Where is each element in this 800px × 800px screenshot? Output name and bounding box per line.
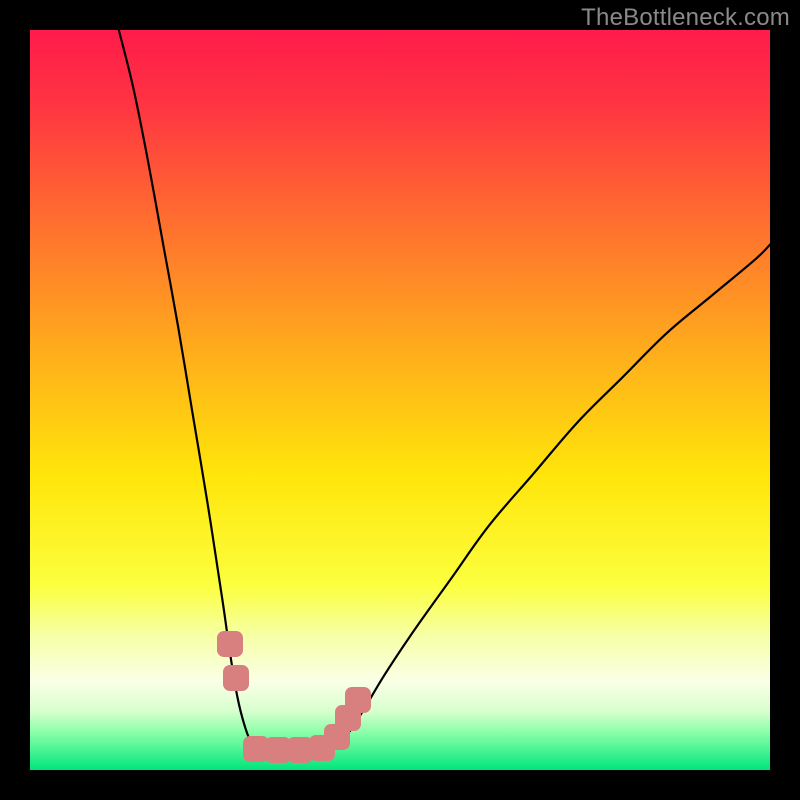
watermark-text: TheBottleneck.com	[581, 4, 790, 32]
marker-layer	[30, 30, 770, 770]
data-marker	[217, 631, 243, 657]
data-marker	[223, 665, 249, 691]
plot-area	[30, 30, 770, 770]
data-marker	[345, 687, 371, 713]
chart-frame: TheBottleneck.com	[0, 0, 800, 800]
